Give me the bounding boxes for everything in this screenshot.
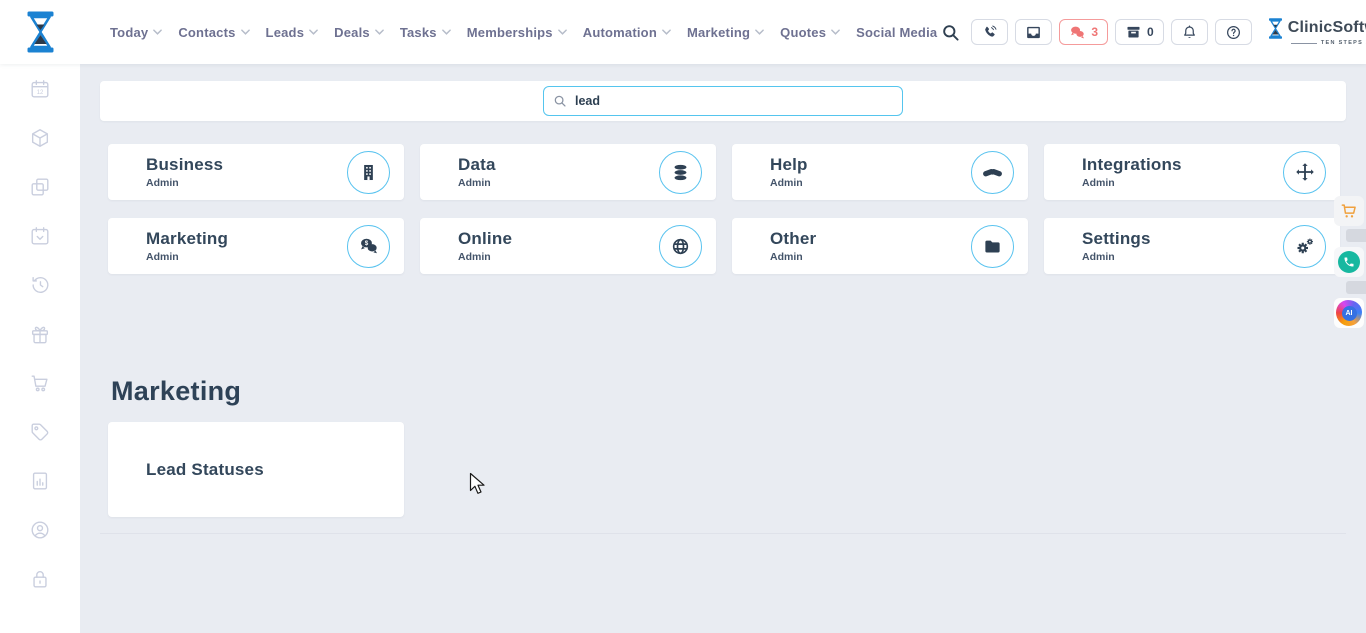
sidebar-user-circle-icon[interactable]	[28, 518, 52, 542]
nav-item-marketing[interactable]: Marketing	[687, 25, 764, 40]
bell-icon	[1181, 24, 1198, 41]
storefront-icon	[1125, 24, 1142, 41]
comments-dollar-icon: $	[347, 225, 390, 268]
register-button[interactable]: 0	[1115, 19, 1164, 45]
section-title: Marketing	[111, 376, 1366, 407]
chevron-down-icon	[375, 29, 384, 35]
app-logo[interactable]	[23, 11, 58, 53]
main-nav: Today Contacts Leads Deals Tasks Members…	[110, 25, 937, 40]
chevron-down-icon	[831, 29, 840, 35]
database-icon	[659, 151, 702, 194]
nav-item-automation[interactable]: Automation	[583, 25, 671, 40]
search-icon	[553, 94, 567, 108]
sidebar-lock-icon[interactable]	[28, 567, 52, 591]
floating-tab[interactable]	[1346, 229, 1366, 242]
search-input[interactable]	[543, 86, 903, 116]
chevron-down-icon	[558, 29, 567, 35]
sidebar-history-icon[interactable]	[28, 273, 52, 297]
move-arrows-icon	[1283, 151, 1326, 194]
svg-text:12: 12	[37, 90, 44, 96]
search-icon	[941, 23, 960, 42]
globe-icon	[659, 225, 702, 268]
search-toolbar	[100, 81, 1346, 121]
ai-icon: AI	[1336, 300, 1362, 326]
card-other[interactable]: OtherAdmin	[732, 218, 1028, 274]
brand-tagline: TEN STEPS AHEAD	[1291, 40, 1366, 46]
search-button[interactable]	[937, 23, 964, 42]
phone-volume-icon	[981, 24, 998, 41]
chevron-down-icon	[153, 29, 162, 35]
sidebar-copy-icon[interactable]	[28, 175, 52, 199]
chevron-down-icon	[241, 29, 250, 35]
nav-item-leads[interactable]: Leads	[266, 25, 319, 40]
chat-badge: 3	[1091, 25, 1098, 39]
sidebar-calendar-icon[interactable]: 12	[28, 77, 52, 101]
notifications-button[interactable]	[1171, 19, 1208, 45]
lead-statuses-label: Lead Statuses	[146, 460, 264, 480]
admin-cards-grid: BusinessAdmin DataAdmin HelpAdmin Integr…	[108, 144, 1340, 274]
nav-item-today[interactable]: Today	[110, 25, 162, 40]
hourglass-logo-icon	[1267, 18, 1284, 39]
main-content: BusinessAdmin DataAdmin HelpAdmin Integr…	[80, 64, 1366, 633]
register-count: 0	[1147, 25, 1154, 39]
phone-button[interactable]	[971, 19, 1008, 45]
help-button[interactable]	[1215, 19, 1252, 45]
sidebar-tag-icon[interactable]	[28, 420, 52, 444]
question-circle-icon	[1225, 24, 1242, 41]
sidebar-report-icon[interactable]	[28, 469, 52, 493]
comments-icon	[1069, 24, 1086, 41]
chevron-down-icon	[309, 29, 318, 35]
lead-statuses-card[interactable]: Lead Statuses	[108, 422, 404, 517]
card-settings[interactable]: SettingsAdmin	[1044, 218, 1340, 274]
floating-cart-button[interactable]	[1334, 196, 1364, 226]
card-integrations[interactable]: IntegrationsAdmin	[1044, 144, 1340, 200]
hourglass-logo-icon	[23, 11, 58, 53]
inbox-button[interactable]	[1015, 19, 1052, 45]
card-online[interactable]: OnlineAdmin	[420, 218, 716, 274]
sidebar: 12	[0, 64, 80, 633]
floating-tab[interactable]	[1346, 281, 1366, 294]
floating-call-button[interactable]	[1334, 247, 1364, 277]
nav-item-contacts[interactable]: Contacts	[178, 25, 249, 40]
nav-item-deals[interactable]: Deals	[334, 25, 384, 40]
inbox-icon	[1025, 24, 1042, 41]
header-actions: 3 0 ClinicSoftware .com TEN STEPS AHEAD	[937, 17, 1366, 47]
gears-icon	[1283, 225, 1326, 268]
brand-name: ClinicSoftware	[1288, 18, 1366, 38]
card-help[interactable]: HelpAdmin	[732, 144, 1028, 200]
card-data[interactable]: DataAdmin	[420, 144, 716, 200]
chevron-down-icon	[662, 29, 671, 35]
nav-item-quotes[interactable]: Quotes	[780, 25, 840, 40]
cart-icon	[1339, 201, 1359, 221]
phone-circle-icon	[1338, 251, 1360, 273]
card-marketing[interactable]: MarketingAdmin $	[108, 218, 404, 274]
sidebar-gift-icon[interactable]	[28, 322, 52, 346]
top-header: Today Contacts Leads Deals Tasks Members…	[0, 0, 1366, 64]
chat-button[interactable]: 3	[1059, 19, 1108, 45]
nav-item-memberships[interactable]: Memberships	[467, 25, 567, 40]
chevron-down-icon	[755, 29, 764, 35]
sidebar-shopping-cart-icon[interactable]	[28, 371, 52, 395]
section-divider	[100, 533, 1346, 534]
svg-text:$: $	[364, 240, 368, 247]
handshake-icon	[971, 151, 1014, 194]
floating-ai-button[interactable]: AI	[1334, 298, 1364, 328]
sidebar-calendar-event-icon[interactable]	[28, 224, 52, 248]
search-input-wrapper	[543, 86, 903, 116]
building-icon	[347, 151, 390, 194]
brand-logo[interactable]: ClinicSoftware .com TEN STEPS AHEAD	[1267, 18, 1366, 46]
nav-item-tasks[interactable]: Tasks	[400, 25, 451, 40]
chevron-down-icon	[442, 29, 451, 35]
nav-item-social-media[interactable]: Social Media	[856, 25, 937, 40]
folder-icon	[971, 225, 1014, 268]
card-business[interactable]: BusinessAdmin	[108, 144, 404, 200]
sidebar-cube-icon[interactable]	[28, 126, 52, 150]
